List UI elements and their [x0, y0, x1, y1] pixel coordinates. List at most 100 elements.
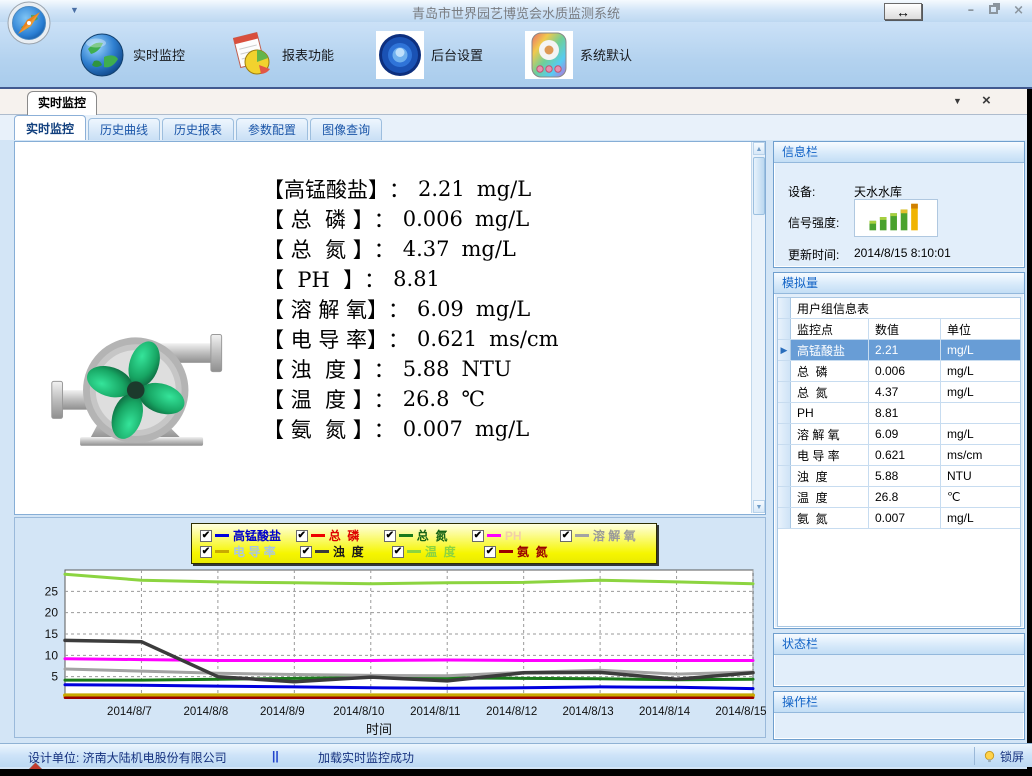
legend-label: 浊 度: [333, 543, 364, 560]
compass-logo-icon[interactable]: [7, 1, 51, 45]
update-time-label: 更新时间:: [788, 246, 839, 263]
reading-colon: ：: [389, 174, 410, 204]
tab-realtime-monitor[interactable]: 实时监控: [27, 91, 97, 115]
column-header-unit: 单位: [941, 319, 1020, 339]
lock-screen-label: 锁屏: [1000, 748, 1024, 765]
legend-checkbox[interactable]: [200, 530, 212, 542]
reading-line: 【 PH 】：8.81: [263, 264, 559, 294]
inner-tab-2[interactable]: 历史报表: [162, 118, 234, 140]
svg-text:2014/8/9: 2014/8/9: [260, 706, 305, 718]
legend-item[interactable]: 浊 度: [300, 543, 392, 560]
legend-item[interactable]: 总 氮: [384, 527, 472, 544]
quick-access-caret-icon[interactable]: ▼: [70, 5, 79, 15]
table-row[interactable]: PH8.81: [778, 403, 1020, 424]
legend-color-dash: [315, 550, 329, 553]
table-row[interactable]: 总 磷0.006mg/L: [778, 361, 1020, 382]
legend-checkbox[interactable]: [472, 530, 484, 542]
reading-value: 4.37: [403, 237, 450, 261]
toolbar-button-report[interactable]: 报表功能: [221, 28, 340, 82]
legend-checkbox[interactable]: [560, 530, 572, 542]
tab-strip: 实时监控 ▼ ×: [0, 89, 1027, 115]
cell-unit: ℃: [941, 487, 1020, 507]
row-indicator: [778, 382, 791, 402]
reading-colon: ：: [364, 264, 385, 294]
reading-value: 0.621: [417, 327, 477, 351]
toolbar-button-realtime-globe[interactable]: 实时监控: [72, 28, 191, 82]
inner-tab-1[interactable]: 历史曲线: [88, 118, 160, 140]
svg-text:25: 25: [45, 584, 59, 598]
legend-label: 总 氮: [417, 527, 448, 544]
legend-item[interactable]: PH: [472, 529, 560, 543]
legend-checkbox[interactable]: [300, 546, 312, 558]
reading-unit: mg/L: [475, 417, 529, 441]
cell-value: 26.8: [869, 487, 941, 507]
legend-checkbox[interactable]: [392, 546, 404, 558]
legend-checkbox[interactable]: [384, 530, 396, 542]
svg-text:时间: 时间: [366, 722, 392, 737]
device-label: 设备:: [788, 183, 815, 200]
vertical-scrollbar[interactable]: ▲ ▼: [751, 142, 765, 513]
tab-close-icon[interactable]: ×: [982, 92, 991, 109]
legend-label: 氨 氮: [517, 543, 548, 560]
column-header-value: 数值: [869, 319, 941, 339]
legend-label: 电 导 率: [233, 543, 276, 560]
legend-item[interactable]: 溶 解 氧: [560, 527, 648, 544]
restore-button[interactable]: [989, 4, 998, 18]
resize-button[interactable]: ↔: [884, 3, 922, 20]
cell-value: 0.621: [869, 445, 941, 465]
table-title-row: 用户组信息表: [778, 298, 1020, 319]
legend-checkbox[interactable]: [484, 546, 496, 558]
reading-label: 【 总 氮 】: [263, 234, 374, 264]
inner-tab-3[interactable]: 参数配置: [236, 118, 308, 140]
minimize-button[interactable]: –: [968, 4, 975, 18]
reading-label: 【 氨 氮 】: [263, 414, 374, 444]
close-button[interactable]: ×: [1013, 4, 1024, 18]
svg-text:5: 5: [51, 670, 58, 684]
table-row[interactable]: 温 度26.8℃: [778, 487, 1020, 508]
table-row[interactable]: 总 氮4.37mg/L: [778, 382, 1020, 403]
report-icon: [227, 31, 275, 79]
table-header-row: 监控点 数值 单位: [778, 319, 1020, 340]
table-row[interactable]: ▶高锰酸盐2.21mg/L: [778, 340, 1020, 361]
legend-item[interactable]: 温 度: [392, 543, 484, 560]
svg-text:15: 15: [45, 627, 59, 641]
reading-unit: mg/L: [476, 297, 530, 321]
table-row[interactable]: 氨 氮0.007mg/L: [778, 508, 1020, 529]
scroll-down-button[interactable]: ▼: [753, 500, 765, 513]
info-panel-title: 信息栏: [774, 142, 1024, 163]
column-header-point: 监控点: [791, 319, 869, 339]
svg-text:2014/8/14: 2014/8/14: [639, 706, 691, 718]
cell-point: 溶 解 氧: [791, 424, 869, 444]
inner-tab-bar: 实时监控历史曲线历史报表参数配置图像查询: [0, 115, 1027, 140]
table-title: 用户组信息表: [791, 298, 1020, 318]
table-row[interactable]: 溶 解 氧6.09mg/L: [778, 424, 1020, 445]
tab-list-caret-icon[interactable]: ▼: [953, 96, 962, 106]
cell-value: 0.006: [869, 361, 941, 381]
scroll-up-button[interactable]: ▲: [753, 142, 765, 155]
legend-item[interactable]: 电 导 率: [200, 543, 300, 560]
toolbar-button-backend-settings[interactable]: 后台设置: [370, 28, 489, 82]
legend-color-dash: [575, 534, 589, 537]
legend-checkbox[interactable]: [296, 530, 308, 542]
legend-item[interactable]: 氨 氮: [484, 543, 576, 560]
toolbar-button-system-default[interactable]: 系统默认: [519, 28, 638, 82]
inner-tab-0[interactable]: 实时监控: [14, 115, 86, 140]
lock-screen-button[interactable]: 锁屏: [974, 747, 1024, 765]
pump-icon: [43, 314, 248, 452]
reading-colon: ：: [374, 414, 395, 444]
legend-item[interactable]: 高锰酸盐: [200, 527, 296, 544]
inner-tab-4[interactable]: 图像查询: [310, 118, 382, 140]
legend-checkbox[interactable]: [200, 546, 212, 558]
legend-item[interactable]: 总 磷: [296, 527, 384, 544]
toolbar-button-label: 后台设置: [431, 45, 483, 64]
row-indicator: [778, 445, 791, 465]
scroll-thumb[interactable]: [753, 157, 765, 215]
reading-label: 【 PH 】: [263, 264, 364, 294]
realtime-globe-icon: [78, 31, 126, 79]
reading-line: 【 总 氮 】：4.37mg/L: [263, 234, 559, 264]
legend-row: 电 导 率浊 度温 度氨 氮: [200, 544, 648, 559]
table-row[interactable]: 电 导 率0.621ms/cm: [778, 445, 1020, 466]
reading-line: 【 电 导 率】：0.621ms/cm: [263, 324, 559, 354]
table-row[interactable]: 浊 度5.88NTU: [778, 466, 1020, 487]
statusbar: 设计单位: 济南大陆机电股份有限公司 || 加载实时监控成功 锁屏: [0, 743, 1032, 767]
